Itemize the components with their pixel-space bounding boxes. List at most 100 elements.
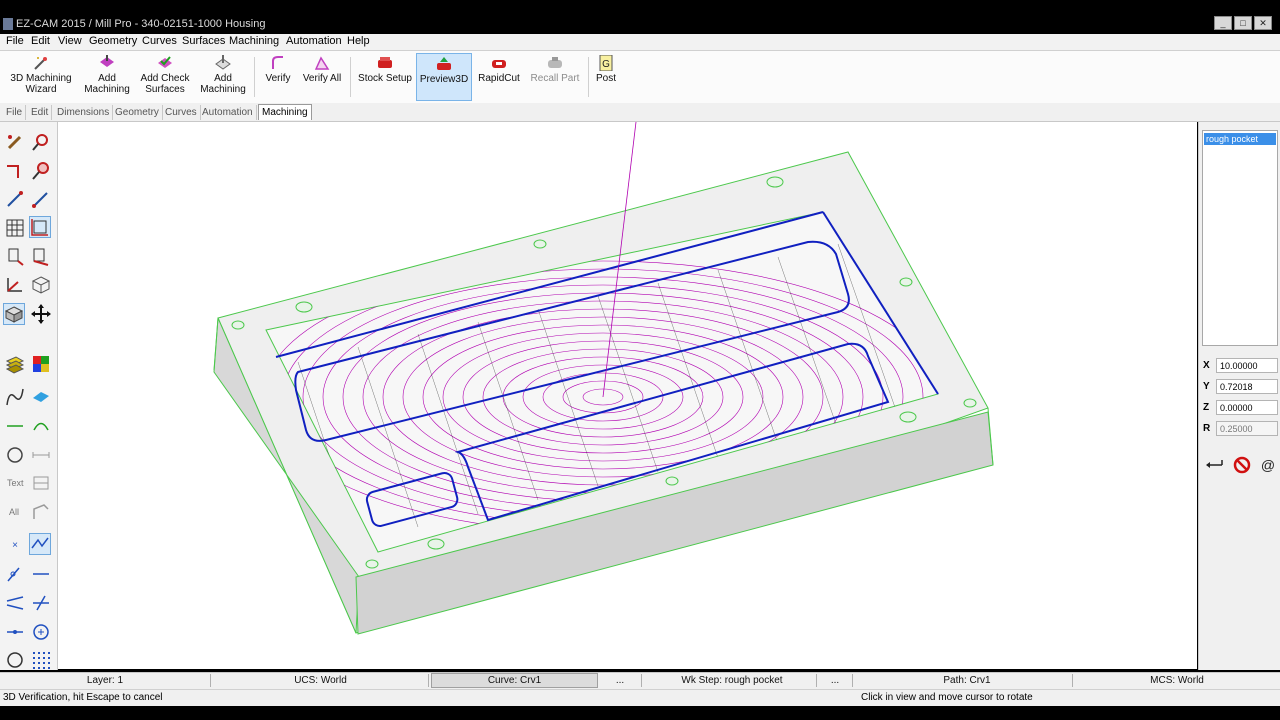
grid-icon[interactable] xyxy=(4,217,26,239)
x-field[interactable]: 10.00000 xyxy=(1216,358,1278,373)
color-palette-icon[interactable] xyxy=(30,353,52,375)
all-tool-label[interactable]: All xyxy=(9,507,19,517)
spline-icon[interactable] xyxy=(4,386,26,408)
horizontal-line-icon[interactable] xyxy=(30,563,52,585)
surface-icon[interactable] xyxy=(30,386,52,408)
verify-all-button[interactable]: Verify All xyxy=(300,53,344,101)
rapidcut-icon xyxy=(492,60,506,68)
line-pen-icon[interactable] xyxy=(4,188,26,210)
layers-icon[interactable] xyxy=(4,353,26,375)
screen-edge xyxy=(0,706,1280,720)
dimension-icon[interactable] xyxy=(30,444,52,466)
post-g-icon: G xyxy=(599,55,613,71)
status-wk-step[interactable]: Wk Step: rough pocket xyxy=(648,674,817,687)
verify-all-icon xyxy=(314,56,330,70)
post-button[interactable]: G Post xyxy=(592,53,620,101)
offset-curve-icon[interactable] xyxy=(30,501,52,523)
line-icon[interactable] xyxy=(4,415,26,437)
add-3d-machining-icon xyxy=(215,55,231,70)
y-field[interactable]: 0.72018 xyxy=(1216,379,1278,394)
trim-icon[interactable] xyxy=(4,245,26,267)
arc-icon[interactable] xyxy=(30,415,52,437)
tab-curves[interactable]: Curves xyxy=(162,105,201,120)
view-frame-button[interactable] xyxy=(29,216,51,238)
menu-automation[interactable]: Automation xyxy=(286,35,342,47)
circle-3pt-icon[interactable] xyxy=(4,649,26,671)
hatch-icon[interactable] xyxy=(30,472,52,494)
menu-surfaces[interactable]: Surfaces xyxy=(182,35,225,47)
operation-item-rough-pocket[interactable]: rough pocket xyxy=(1204,133,1276,145)
tab-dimensions[interactable]: Dimensions xyxy=(54,105,114,120)
menu-machining[interactable]: Machining xyxy=(229,35,279,47)
rapidcut-button[interactable]: RapidCut xyxy=(476,53,522,101)
z-field[interactable]: 0.00000 xyxy=(1216,400,1278,415)
tab-edit[interactable]: Edit xyxy=(28,105,53,120)
wand-icon xyxy=(34,57,47,70)
add-machining-button[interactable]: Add Machining xyxy=(82,53,132,101)
tab-machining[interactable]: Machining xyxy=(258,104,312,120)
add-check-surfaces-button[interactable]: Add Check Surfaces xyxy=(138,53,192,101)
recall-part-button[interactable]: Recall Part xyxy=(528,53,582,101)
text-tool-label[interactable]: Text xyxy=(7,478,24,488)
stock-setup-button[interactable]: Stock Setup xyxy=(356,53,414,101)
x-coordinate: X 10.00000 xyxy=(1203,358,1279,374)
message-right: Click in view and move cursor to rotate xyxy=(861,692,1033,703)
status-path[interactable]: Path: Crv1 xyxy=(862,674,1073,687)
close-button[interactable]: ✕ xyxy=(1254,16,1272,30)
point-grid-icon[interactable] xyxy=(30,649,52,671)
verify-button[interactable]: Verify xyxy=(260,53,296,101)
menu-geometry[interactable]: Geometry xyxy=(89,35,137,47)
circle-icon[interactable] xyxy=(4,444,26,466)
cross-line-icon[interactable] xyxy=(30,592,52,614)
3d-machining-wizard-button[interactable]: 3D Machining Wizard xyxy=(6,53,76,101)
point-icon[interactable]: × xyxy=(4,534,26,556)
status-ucs[interactable]: UCS: World xyxy=(213,674,429,687)
wkstep-more-button[interactable]: ... xyxy=(818,674,853,687)
wireframe-box-icon[interactable] xyxy=(30,274,52,296)
view-frame-icon xyxy=(31,219,48,236)
circle-center-icon[interactable] xyxy=(30,621,52,643)
enter-icon[interactable] xyxy=(1204,456,1224,474)
svg-text:@: @ xyxy=(1261,457,1275,473)
at-icon[interactable]: @ xyxy=(1258,455,1278,475)
message-bar: 3D Verification, hit Escape to cancel Cl… xyxy=(0,689,1280,706)
operations-list[interactable]: rough pocket xyxy=(1202,130,1278,346)
menu-edit[interactable]: Edit xyxy=(31,35,50,47)
line-segment-icon[interactable] xyxy=(4,160,26,182)
app-icon[interactable] xyxy=(3,18,13,30)
angle-lines-icon[interactable] xyxy=(4,592,26,614)
y-coordinate: Y 0.72018 xyxy=(1203,379,1279,395)
tab-geometry[interactable]: Geometry xyxy=(112,105,163,120)
tab-file[interactable]: File xyxy=(3,105,27,120)
extend-icon[interactable] xyxy=(30,245,52,267)
menu-curves[interactable]: Curves xyxy=(142,35,177,47)
curve-more-button[interactable]: ... xyxy=(599,674,642,687)
fillet-icon[interactable] xyxy=(4,274,26,296)
r-field[interactable]: 0.25000 xyxy=(1216,421,1278,436)
move-icon[interactable] xyxy=(30,303,52,325)
status-layer[interactable]: Layer: 1 xyxy=(0,674,211,687)
zoom-icon[interactable] xyxy=(30,160,52,182)
ribbon-separator xyxy=(350,57,351,97)
status-curve[interactable]: Curve: Crv1 xyxy=(431,673,598,688)
tangent-line-icon[interactable] xyxy=(4,563,26,585)
ribbon-separator xyxy=(588,57,589,97)
menu-file[interactable]: File xyxy=(6,35,24,47)
line-pen-2-icon[interactable] xyxy=(30,188,52,210)
minimize-button[interactable]: _ xyxy=(1214,16,1232,30)
status-mcs[interactable]: MCS: World xyxy=(1074,674,1280,687)
menu-view[interactable]: View xyxy=(58,35,82,47)
tab-strip: File Edit Dimensions Geometry Curves Aut… xyxy=(0,103,1280,122)
preview3d-button[interactable]: Preview3D xyxy=(416,53,472,101)
menu-help[interactable]: Help xyxy=(347,35,370,47)
line-point-icon[interactable] xyxy=(4,621,26,643)
add-3d-machining-button[interactable]: Add Machining xyxy=(198,53,248,101)
maximize-button[interactable]: □ xyxy=(1234,16,1252,30)
snap-button[interactable] xyxy=(29,533,51,555)
3d-viewport[interactable] xyxy=(58,122,1197,669)
pick-pencil-icon[interactable] xyxy=(4,131,26,153)
solid-box-button[interactable] xyxy=(3,303,25,325)
cancel-icon[interactable] xyxy=(1232,455,1252,475)
zoom-window-icon[interactable] xyxy=(30,131,52,153)
tab-automation[interactable]: Automation xyxy=(199,105,257,120)
